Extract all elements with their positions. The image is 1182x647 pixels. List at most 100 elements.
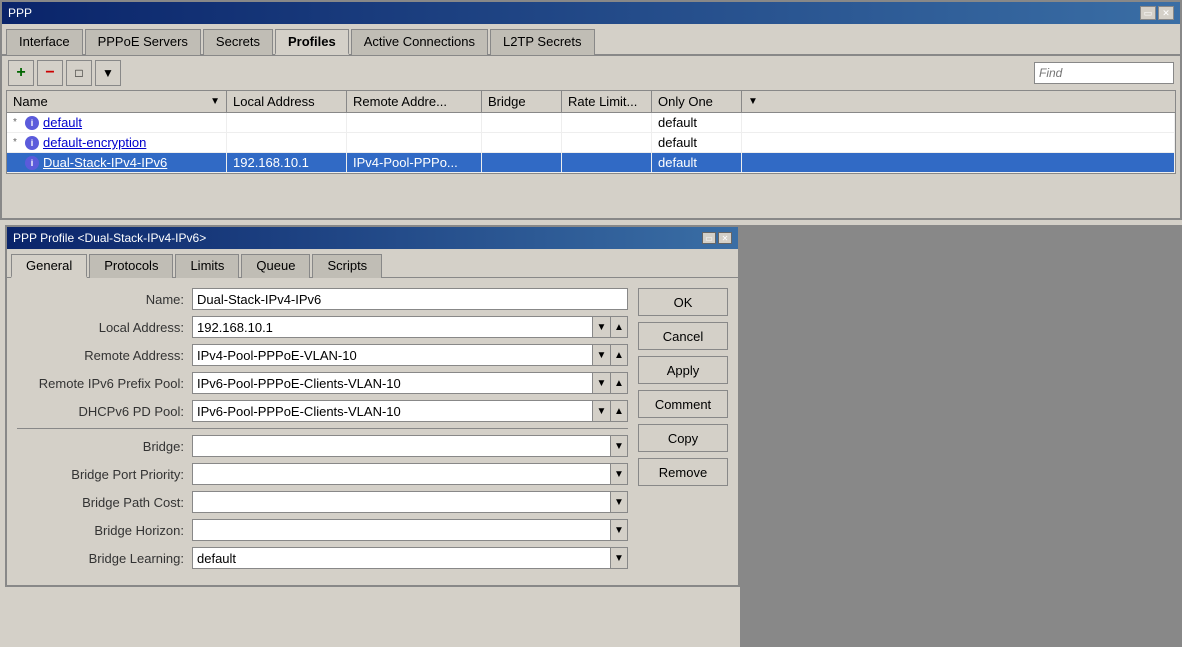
find-input[interactable] <box>1034 62 1174 84</box>
info-icon: i <box>25 136 39 150</box>
dialog-tab-queue[interactable]: Queue <box>241 254 310 278</box>
ppp-profile-dialog: PPP Profile <Dual-Stack-IPv4-IPv6> ▭ ✕ G… <box>5 225 740 587</box>
col-extra: ▼ <box>742 91 1175 112</box>
remove-button[interactable]: Remove <box>638 458 728 486</box>
tab-secrets[interactable]: Secrets <box>203 29 273 55</box>
dhcpv6-dropdown[interactable]: ▼ <box>592 400 610 422</box>
sort-arrow: ▼ <box>210 96 220 107</box>
copy-button[interactable]: Copy <box>638 424 728 452</box>
remote-ipv6-up[interactable]: ▲ <box>610 372 628 394</box>
form-fields: Name: Local Address: ▼ ▲ Remote Address:… <box>17 288 628 575</box>
row2-bridge <box>482 133 562 152</box>
bridge-port-priority-row: Bridge Port Priority: ▼ <box>17 463 628 485</box>
row3-local-address: 192.168.10.1 <box>227 153 347 172</box>
bridge-path-cost-label: Bridge Path Cost: <box>17 495 192 510</box>
background-area <box>740 225 1182 647</box>
tab-pppoe-servers[interactable]: PPPoE Servers <box>85 29 201 55</box>
tab-active-connections[interactable]: Active Connections <box>351 29 488 55</box>
apply-button[interactable]: Apply <box>638 356 728 384</box>
dhcpv6-input[interactable] <box>192 400 592 422</box>
bridge-learning-input[interactable] <box>192 547 610 569</box>
bridge-port-priority-input[interactable] <box>192 463 610 485</box>
remote-ipv6-input[interactable] <box>192 372 592 394</box>
remote-address-row: Remote Address: ▼ ▲ <box>17 344 628 366</box>
dialog-title-text: PPP Profile <Dual-Stack-IPv4-IPv6> <box>13 231 206 245</box>
local-address-dropdown[interactable]: ▼ <box>592 316 610 338</box>
row3-rate-limit <box>562 153 652 172</box>
name-input[interactable] <box>192 288 628 310</box>
dialog-minimize-button[interactable]: ▭ <box>702 232 716 244</box>
bridge-port-priority-dropdown[interactable]: ▼ <box>610 463 628 485</box>
row3-remote-address: IPv4-Pool-PPPo... <box>347 153 482 172</box>
main-title-bar: PPP ▭ ✕ <box>2 2 1180 24</box>
bridge-dropdown[interactable]: ▼ <box>610 435 628 457</box>
bridge-horizon-row: Bridge Horizon: ▼ <box>17 519 628 541</box>
tab-interface[interactable]: Interface <box>6 29 83 55</box>
remote-address-dropdown[interactable]: ▼ <box>592 344 610 366</box>
dialog-tabs: General Protocols Limits Queue Scripts <box>7 249 738 278</box>
dhcpv6-field: ▼ ▲ <box>192 400 628 422</box>
bridge-horizon-dropdown[interactable]: ▼ <box>610 519 628 541</box>
remote-ipv6-dropdown[interactable]: ▼ <box>592 372 610 394</box>
bridge-horizon-field: ▼ <box>192 519 628 541</box>
dialog-tab-protocols[interactable]: Protocols <box>89 254 173 278</box>
name-label: Name: <box>17 292 192 307</box>
row2-only-one: default <box>652 133 742 152</box>
col-rate-limit: Rate Limit... <box>562 91 652 112</box>
copy-toolbar-button[interactable]: □ <box>66 60 92 86</box>
bridge-learning-dropdown[interactable]: ▼ <box>610 547 628 569</box>
cancel-button[interactable]: Cancel <box>638 322 728 350</box>
remote-ipv6-field: ▼ ▲ <box>192 372 628 394</box>
toolbar: + − □ ▼ <box>2 56 1180 90</box>
filter-button[interactable]: ▼ <box>95 60 121 86</box>
ok-button[interactable]: OK <box>638 288 728 316</box>
name-row: Name: <box>17 288 628 310</box>
row2-rate-limit <box>562 133 652 152</box>
row1-bridge <box>482 113 562 132</box>
bridge-input[interactable] <box>192 435 610 457</box>
bridge-path-cost-dropdown[interactable]: ▼ <box>610 491 628 513</box>
bridge-learning-label: Bridge Learning: <box>17 551 192 566</box>
dialog-close-button[interactable]: ✕ <box>718 232 732 244</box>
bridge-field: ▼ <box>192 435 628 457</box>
dialog-title-bar: PPP Profile <Dual-Stack-IPv4-IPv6> ▭ ✕ <box>7 227 738 249</box>
row1-local-address <box>227 113 347 132</box>
local-address-up[interactable]: ▲ <box>610 316 628 338</box>
bridge-port-priority-label: Bridge Port Priority: <box>17 467 192 482</box>
tab-profiles[interactable]: Profiles <box>275 29 349 55</box>
bridge-path-cost-row: Bridge Path Cost: ▼ <box>17 491 628 513</box>
remote-address-input[interactable] <box>192 344 592 366</box>
minimize-button[interactable]: ▭ <box>1140 6 1156 20</box>
title-bar-buttons: ▭ ✕ <box>1140 6 1174 20</box>
bridge-horizon-label: Bridge Horizon: <box>17 523 192 538</box>
main-window-title: PPP <box>8 6 32 20</box>
bridge-learning-row: Bridge Learning: ▼ <box>17 547 628 569</box>
col-only-one: Only One <box>652 91 742 112</box>
bridge-path-cost-input[interactable] <box>192 491 610 513</box>
table-row[interactable]: * i default default <box>7 113 1175 133</box>
dialog-tab-limits[interactable]: Limits <box>175 254 239 278</box>
row3-extra <box>742 153 1175 172</box>
comment-button[interactable]: Comment <box>638 390 728 418</box>
dhcpv6-label: DHCPv6 PD Pool: <box>17 404 192 419</box>
remote-address-up[interactable]: ▲ <box>610 344 628 366</box>
row1-remote-address <box>347 113 482 132</box>
local-address-field: ▼ ▲ <box>192 316 628 338</box>
tab-l2tp-secrets[interactable]: L2TP Secrets <box>490 29 595 55</box>
dialog-tab-scripts[interactable]: Scripts <box>312 254 382 278</box>
row2-local-address <box>227 133 347 152</box>
remote-address-field: ▼ ▲ <box>192 344 628 366</box>
local-address-input[interactable] <box>192 316 592 338</box>
close-button[interactable]: ✕ <box>1158 6 1174 20</box>
form-divider <box>17 428 628 429</box>
bridge-horizon-input[interactable] <box>192 519 610 541</box>
dialog-tab-general[interactable]: General <box>11 254 87 278</box>
dhcpv6-up[interactable]: ▲ <box>610 400 628 422</box>
dialog-button-panel: OK Cancel Apply Comment Copy Remove <box>638 288 728 575</box>
table-row[interactable]: * i default-encryption default <box>7 133 1175 153</box>
add-button[interactable]: + <box>8 60 34 86</box>
bridge-learning-field: ▼ <box>192 547 628 569</box>
remove-button[interactable]: − <box>37 60 63 86</box>
row3-bridge <box>482 153 562 172</box>
table-row[interactable]: i Dual-Stack-IPv4-IPv6 192.168.10.1 IPv4… <box>7 153 1175 173</box>
